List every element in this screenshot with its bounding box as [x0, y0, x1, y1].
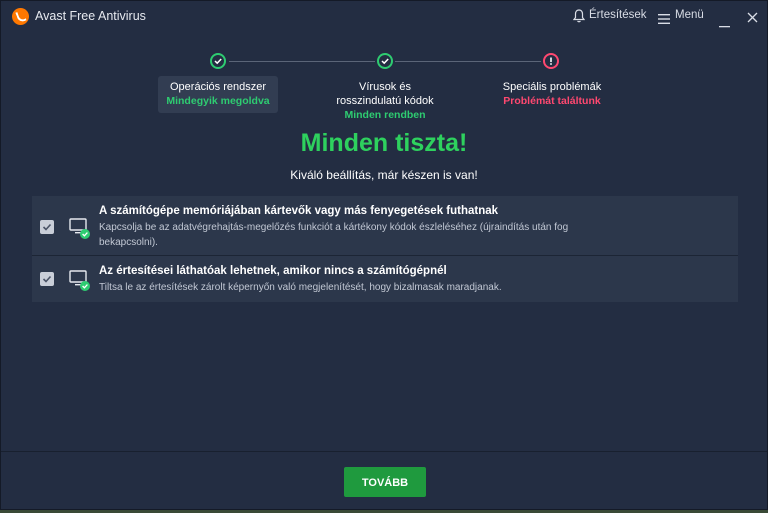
- app-window: Avast Free Antivirus Értesítések Menü Op…: [0, 0, 768, 510]
- monitor-check-icon: [69, 218, 91, 245]
- footer-divider: [1, 451, 767, 452]
- monitor-check-icon: [69, 270, 91, 297]
- step-status: Mindegyik megoldva: [166, 95, 270, 107]
- menu-button[interactable]: Menü: [675, 9, 704, 21]
- step-label: Operációs rendszer: [170, 81, 266, 93]
- step-status: Minden rendben: [344, 109, 426, 121]
- result-subheadline: Kiváló beállítás, már készen is van!: [290, 168, 478, 182]
- issue-row[interactable]: Az értesítései láthatóak lehetnek, amiko…: [32, 256, 738, 301]
- avast-logo-icon: [12, 8, 29, 25]
- step-viruses[interactable]: Vírusok és rosszindulatú kódok Minden re…: [315, 80, 455, 122]
- issue-description: Tiltsa le az értesítések zárolt képernyő…: [99, 282, 502, 293]
- hamburger-menu-icon[interactable]: [658, 11, 670, 29]
- issue-description: Kapcsolja be az adatvégrehajtás-megelőzé…: [99, 222, 569, 248]
- step-label: Speciális problémák: [502, 81, 602, 93]
- step-exclamation-icon: [543, 53, 559, 69]
- bell-icon[interactable]: [572, 9, 586, 28]
- result-headline: Minden tiszta!: [300, 129, 468, 157]
- step-label: Vírusok és rosszindulatú kódok: [336, 81, 434, 107]
- step-status: Problémát találtunk: [503, 95, 601, 107]
- app-title: Avast Free Antivirus: [35, 9, 146, 23]
- issue-title: A számítógépe memóriájában kártevők vagy…: [99, 205, 499, 217]
- issue-checkbox[interactable]: [40, 220, 54, 234]
- step-check-icon: [210, 53, 226, 69]
- step-operating-system[interactable]: Operációs rendszer Mindegyik megoldva: [148, 80, 288, 108]
- issue-checkbox[interactable]: [40, 272, 54, 286]
- step-check-icon: [377, 53, 393, 69]
- minimize-icon[interactable]: [719, 15, 730, 33]
- step-special-problems[interactable]: Speciális problémák Problémát találtunk: [482, 80, 622, 108]
- issue-title: Az értesítései láthatóak lehetnek, amiko…: [99, 265, 447, 277]
- step-connector: [229, 61, 375, 62]
- close-icon[interactable]: [747, 10, 758, 28]
- notifications-button[interactable]: Értesítések: [589, 9, 647, 21]
- step-connector: [395, 61, 541, 62]
- title-bar: Avast Free Antivirus Értesítések Menü: [1, 1, 767, 31]
- issues-list: A számítógépe memóriájában kártevők vagy…: [32, 196, 738, 302]
- issue-row[interactable]: A számítógépe memóriájában kártevők vagy…: [32, 196, 738, 255]
- continue-button[interactable]: TOVÁBB: [344, 467, 426, 497]
